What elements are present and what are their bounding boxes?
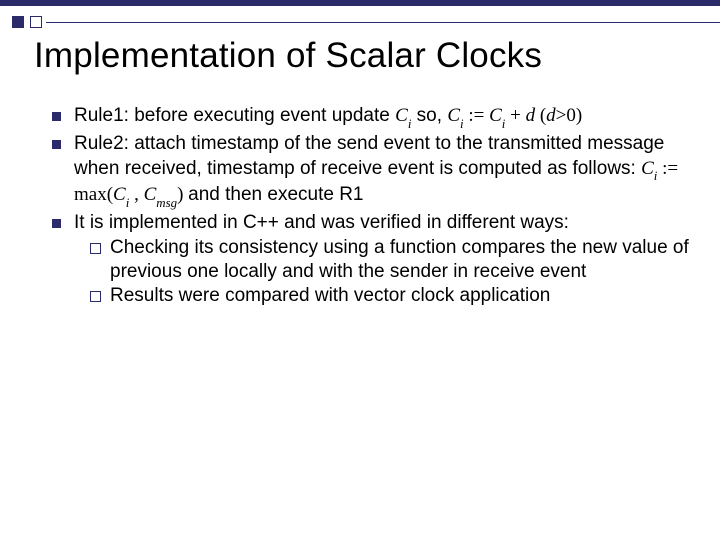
text: It is implemented in C++ and was verifie… — [74, 212, 569, 233]
assign-op: := — [464, 105, 490, 126]
text: so, — [411, 105, 447, 126]
plus-op: + — [505, 105, 525, 126]
var-c: C — [489, 105, 502, 126]
square-outline-icon — [30, 16, 42, 28]
text: Rule1: before executing event update — [74, 105, 395, 126]
divider-line — [46, 22, 720, 23]
square-filled-icon — [12, 16, 24, 28]
bullet-item: It is implemented in C++ and was verifie… — [52, 211, 690, 308]
slide-top-decoration — [0, 0, 720, 18]
bullet-item: Rule1: before executing event update Ci … — [52, 104, 690, 130]
text: and then execute R1 — [188, 184, 363, 205]
bullet-list: Rule1: before executing event update Ci … — [34, 104, 690, 309]
var-d: d — [546, 105, 556, 126]
text: Rule2: attach timestamp of the send even… — [74, 133, 664, 178]
sub-i: i — [654, 168, 658, 183]
sub-i: i — [408, 116, 412, 131]
var-c: C — [395, 105, 408, 126]
bullet-item: Rule2: attach timestamp of the send even… — [52, 132, 690, 209]
sub-bullet-item: Results were compared with vector clock … — [90, 284, 690, 308]
sub-bullet-list: Checking its consistency using a functio… — [74, 236, 690, 309]
var-c: C — [113, 184, 126, 205]
sub-i: i — [502, 116, 506, 131]
text: Results were compared with vector clock … — [110, 285, 550, 306]
gt0: >0) — [556, 105, 583, 126]
sub-bullet-item: Checking its consistency using a functio… — [90, 236, 690, 285]
comma: , — [129, 184, 143, 205]
sub-i: i — [460, 116, 464, 131]
text: Checking its consistency using a functio… — [110, 237, 689, 282]
var-d: d — [526, 105, 536, 126]
var-c: C — [641, 158, 654, 179]
slide-body: Implementation of Scalar Clocks Rule1: b… — [34, 36, 690, 311]
paren: ( — [535, 105, 546, 126]
sub-msg: msg — [156, 195, 177, 210]
var-c: C — [447, 105, 460, 126]
var-c: C — [144, 184, 157, 205]
sub-i: i — [126, 195, 130, 210]
close-paren: ) — [177, 184, 188, 205]
slide-title: Implementation of Scalar Clocks — [34, 36, 690, 76]
